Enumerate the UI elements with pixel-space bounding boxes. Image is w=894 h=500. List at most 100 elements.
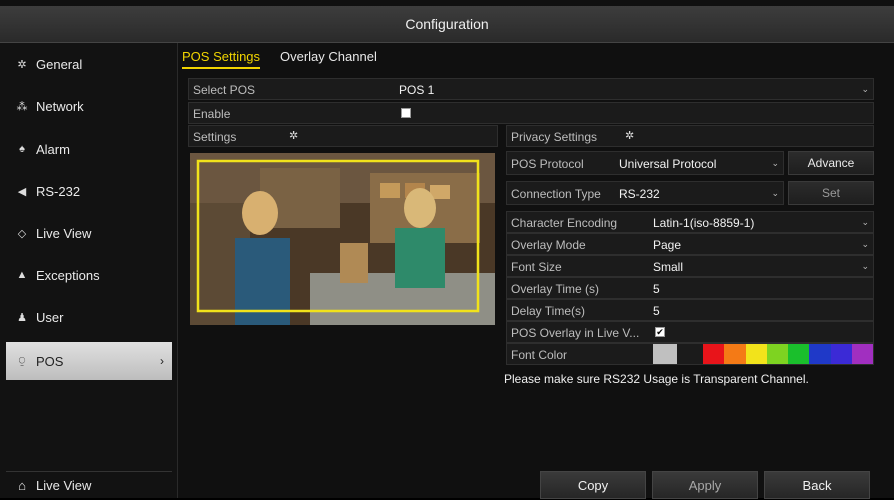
- gear-icon[interactable]: ✲: [289, 129, 298, 142]
- gear-icon: ✲: [17, 58, 27, 71]
- font-size-value: Small: [653, 260, 684, 274]
- pos-overlay-live-row: POS Overlay in Live V... ✔: [506, 321, 874, 343]
- settings-row: Settings ✲: [188, 125, 498, 147]
- overlay-time-input[interactable]: 5: [649, 278, 873, 298]
- user-icon: ♟: [17, 311, 27, 324]
- character-encoding-label: Character Encoding: [511, 216, 618, 230]
- font-color-swatch[interactable]: [745, 344, 767, 364]
- select-pos-value: POS 1: [399, 83, 435, 97]
- sidebar-item-label: Exceptions: [36, 267, 100, 283]
- window-title: Configuration: [0, 6, 894, 43]
- font-color-swatch[interactable]: [766, 344, 788, 364]
- overlay-time-value: 5: [653, 282, 660, 296]
- connection-type-label: Connection Type: [511, 187, 601, 201]
- sidebar-item-label: Live View: [36, 225, 92, 241]
- privacy-settings-label: Privacy Settings: [511, 130, 598, 144]
- network-icon: ⁂: [16, 100, 28, 113]
- live-view-icon: ◇: [17, 227, 27, 240]
- back-button[interactable]: Back: [764, 471, 870, 499]
- sidebar-item-label: RS-232: [36, 183, 81, 199]
- warning-icon: ▲: [16, 269, 28, 281]
- sidebar-item-pos[interactable]: ⍜ POS ›: [6, 342, 172, 380]
- home-icon: ⌂: [18, 477, 26, 493]
- character-encoding-row: Character Encoding Latin-1(iso-8859-1) ⌄: [506, 211, 874, 233]
- select-pos-row: Select POS POS 1 ⌄: [188, 78, 874, 100]
- chevron-right-icon: ›: [160, 354, 164, 368]
- font-size-dropdown[interactable]: Small ⌄: [649, 256, 873, 276]
- rs232-usage-note: Please make sure RS232 Usage is Transpar…: [504, 372, 809, 386]
- font-color-swatch[interactable]: [851, 344, 873, 364]
- set-button[interactable]: Set: [788, 181, 874, 205]
- overlay-time-label: Overlay Time (s): [511, 282, 600, 296]
- store-scene-illustration: [190, 153, 495, 325]
- sidebar-item-general[interactable]: ✲ General: [6, 49, 172, 79]
- font-color-swatch[interactable]: [724, 344, 746, 364]
- pos-protocol-value: Universal Protocol: [619, 157, 717, 171]
- delay-time-input[interactable]: 5: [649, 300, 873, 320]
- chevron-down-icon: ⌄: [771, 158, 779, 168]
- font-color-label: Font Color: [511, 348, 568, 362]
- enable-checkbox[interactable]: [401, 108, 411, 118]
- enable-label: Enable: [193, 107, 231, 121]
- enable-row: Enable: [188, 102, 874, 124]
- gear-icon[interactable]: ✲: [625, 129, 634, 142]
- character-encoding-value: Latin-1(iso-8859-1): [653, 216, 755, 230]
- character-encoding-dropdown[interactable]: Latin-1(iso-8859-1) ⌄: [649, 212, 873, 232]
- overlay-mode-label: Overlay Mode: [511, 238, 586, 252]
- select-pos-dropdown[interactable]: POS 1 ⌄: [395, 79, 873, 99]
- tab-overlay-channel[interactable]: Overlay Channel: [280, 49, 377, 64]
- pos-protocol-row: POS Protocol Universal Protocol ⌄: [506, 151, 784, 175]
- select-pos-label: Select POS: [193, 83, 256, 97]
- sidebar-item-exceptions[interactable]: ▲ Exceptions: [6, 260, 172, 290]
- font-color-selected-swatch[interactable]: [653, 344, 677, 364]
- pos-icon: ⍜: [18, 354, 26, 367]
- chevron-down-icon: ⌄: [771, 188, 779, 198]
- pos-protocol-dropdown[interactable]: Universal Protocol ⌄: [617, 152, 783, 174]
- font-color-swatch[interactable]: [809, 344, 831, 364]
- sidebar-item-label: User: [36, 309, 64, 325]
- delay-time-row: Delay Time(s) 5: [506, 299, 874, 321]
- chevron-down-icon: ⌄: [861, 261, 869, 271]
- font-size-row: Font Size Small ⌄: [506, 255, 874, 277]
- font-color-swatch[interactable]: [703, 344, 725, 364]
- font-color-swatch[interactable]: [788, 344, 810, 364]
- sidebar-item-rs232[interactable]: ◀ RS-232: [6, 176, 172, 206]
- connection-type-dropdown[interactable]: RS-232 ⌄: [617, 182, 783, 204]
- sidebar-item-network[interactable]: ⁂ Network: [6, 91, 172, 121]
- tab-pos-settings[interactable]: POS Settings: [182, 49, 261, 69]
- connection-type-value: RS-232: [619, 187, 660, 201]
- chevron-down-icon: ⌄: [861, 217, 869, 227]
- sidebar-item-user[interactable]: ♟ User: [6, 302, 172, 332]
- sidebar-item-alarm[interactable]: ♠ Alarm: [6, 134, 172, 164]
- apply-button[interactable]: Apply: [652, 471, 758, 499]
- sidebar-item-live-view[interactable]: ◇ Live View: [6, 218, 172, 248]
- font-color-row: Font Color: [506, 343, 874, 365]
- font-color-palette: [703, 344, 873, 364]
- connection-type-row: Connection Type RS-232 ⌄: [506, 181, 784, 205]
- overlay-time-row: Overlay Time (s) 5: [506, 277, 874, 299]
- alarm-icon: ♠: [19, 143, 25, 155]
- chevron-down-icon: ⌄: [861, 84, 869, 94]
- pos-protocol-label: POS Protocol: [511, 157, 584, 171]
- font-size-label: Font Size: [511, 260, 562, 274]
- delay-time-label: Delay Time(s): [511, 304, 586, 318]
- advance-button[interactable]: Advance: [788, 151, 874, 175]
- chevron-down-icon: ⌄: [861, 239, 869, 249]
- sidebar-item-label: Alarm: [36, 141, 70, 157]
- sidebar-live-view-button[interactable]: ⌂ Live View: [6, 471, 172, 498]
- camera-preview-image: [190, 153, 495, 325]
- sidebar-item-label: Network: [36, 98, 84, 114]
- privacy-settings-row: Privacy Settings ✲: [506, 125, 874, 147]
- overlay-mode-value: Page: [653, 238, 682, 252]
- font-color-swatch[interactable]: [830, 344, 852, 364]
- configuration-window: Configuration ✲ General ⁂ Network ♠ Alar…: [0, 0, 894, 499]
- sidebar-item-label: POS: [36, 353, 64, 369]
- sidebar: ✲ General ⁂ Network ♠ Alarm ◀ RS-232 ◇ L…: [0, 43, 178, 498]
- copy-button[interactable]: Copy: [540, 471, 646, 499]
- delay-time-value: 5: [653, 304, 660, 318]
- overlay-mode-row: Overlay Mode Page ⌄: [506, 233, 874, 255]
- pos-overlay-live-checkbox[interactable]: ✔: [655, 327, 665, 337]
- overlay-mode-dropdown[interactable]: Page ⌄: [649, 234, 873, 254]
- sidebar-bottom-label: Live View: [36, 477, 92, 493]
- serial-port-icon: ◀: [17, 185, 27, 198]
